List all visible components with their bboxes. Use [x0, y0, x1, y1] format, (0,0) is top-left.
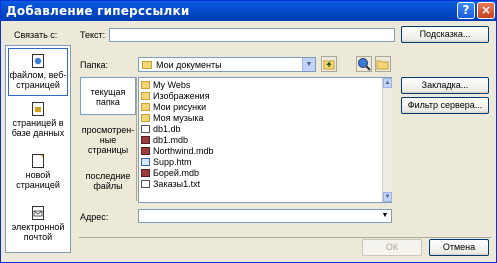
- web-page-icon: [141, 158, 150, 166]
- browse-file-button[interactable]: [375, 56, 391, 72]
- up-folder-button[interactable]: [321, 56, 337, 72]
- address-input[interactable]: ▼: [138, 209, 392, 223]
- link-to-new-page[interactable]: новой страницей: [8, 154, 68, 198]
- folder-icon: [141, 103, 150, 111]
- place-browsed-pages[interactable]: просмотрен-ные страницы: [80, 121, 136, 165]
- link-to-file-web-page-label: файлом, веб-страницей: [9, 70, 67, 90]
- file-name: Мои рисунки: [153, 102, 207, 112]
- cancel-button[interactable]: Отмена: [429, 239, 489, 256]
- folder-icon: [141, 81, 150, 89]
- link-to-file-web-page[interactable]: файлом, веб-страницей: [8, 48, 68, 96]
- window-title: Добавление гиперссылки: [6, 4, 190, 18]
- link-to-new-page-label: новой страницей: [16, 170, 60, 190]
- database-icon: [141, 169, 150, 177]
- folder-value: Мои документы: [156, 60, 222, 70]
- file-name: Моя музыка: [153, 113, 204, 123]
- file-list: My Webs Изображения Мои рисунки Моя музы…: [138, 77, 392, 203]
- bookmark-button[interactable]: Закладка...: [401, 77, 489, 94]
- address-dropdown-icon[interactable]: ▼: [379, 210, 391, 222]
- browse-web-button[interactable]: [356, 56, 372, 72]
- file-name: Борей.mdb: [153, 168, 199, 178]
- text-label: Текст:: [80, 30, 106, 40]
- vertical-scrollbar[interactable]: ▲ ▼: [382, 78, 392, 202]
- separator: [79, 237, 491, 238]
- link-to-bar: файлом, веб-страницей страницей в базе д…: [5, 45, 71, 253]
- list-item[interactable]: db1.db: [141, 124, 181, 134]
- folder-label: Папка:: [80, 60, 108, 70]
- folder-select[interactable]: Мои документы ▼: [138, 57, 316, 72]
- scroll-down-arrow-icon[interactable]: ▼: [383, 192, 392, 202]
- link-to-database-page-label: страницей в базе данных: [11, 118, 65, 138]
- list-item[interactable]: Northwind.mdb: [141, 146, 214, 156]
- email-icon: [32, 206, 44, 220]
- places-bar: текущая папка просмотрен-ные страницы по…: [79, 77, 137, 201]
- globe-page-icon: [32, 54, 44, 68]
- database-page-icon: [32, 102, 44, 116]
- server-filter-button[interactable]: Фильтр сервера...: [401, 97, 489, 114]
- list-item[interactable]: Изображения: [141, 91, 210, 101]
- list-item[interactable]: My Webs: [141, 80, 190, 90]
- file-name: Northwind.mdb: [153, 146, 214, 156]
- place-recent-files[interactable]: последние файлы: [80, 167, 136, 201]
- file-name: db1.mdb: [153, 135, 189, 145]
- open-folder-icon: [376, 60, 389, 70]
- chevron-down-icon[interactable]: ▼: [302, 58, 315, 71]
- text-file-icon: [141, 180, 150, 188]
- folder-icon: [142, 61, 152, 69]
- help-button[interactable]: ?: [457, 2, 475, 19]
- link-to-database-page[interactable]: страницей в базе данных: [8, 102, 68, 146]
- ok-button[interactable]: ОК: [362, 239, 422, 256]
- close-button[interactable]: ×: [477, 2, 495, 19]
- list-item[interactable]: Заказы1.txt: [141, 179, 200, 189]
- file-name: My Webs: [153, 80, 191, 90]
- file-name: Supp.htm: [153, 157, 192, 167]
- list-item[interactable]: Борей.mdb: [141, 168, 199, 178]
- up-folder-icon: [323, 60, 335, 70]
- folder-icon: [141, 92, 150, 100]
- address-label: Адрес:: [80, 212, 109, 222]
- database-icon: [141, 147, 150, 155]
- new-page-icon: [32, 154, 44, 168]
- file-name: Заказы1.txt: [153, 179, 201, 189]
- list-item[interactable]: Моя музыка: [141, 113, 204, 123]
- text-input[interactable]: [109, 28, 395, 42]
- place-current-folder[interactable]: текущая папка: [80, 77, 136, 115]
- database-icon: [141, 136, 150, 144]
- link-to-label: Связать с:: [14, 30, 58, 40]
- list-item[interactable]: Мои рисунки: [141, 102, 206, 112]
- folder-icon: [141, 114, 150, 122]
- scroll-up-arrow-icon[interactable]: ▲: [383, 78, 392, 88]
- link-to-email[interactable]: электронной почтой: [8, 206, 68, 250]
- link-to-email-label: электронной почтой: [11, 222, 65, 242]
- title-bar: Добавление гиперссылки ? ×: [1, 1, 496, 21]
- file-name: Изображения: [153, 91, 210, 101]
- hyperlink-dialog: Добавление гиперссылки ? × Связать с: Те…: [0, 0, 497, 263]
- list-item[interactable]: db1.mdb: [141, 135, 188, 145]
- globe-search-icon: [358, 58, 371, 71]
- list-item[interactable]: Supp.htm: [141, 157, 192, 167]
- file-name: db1.db: [153, 124, 181, 134]
- document-icon: [141, 125, 150, 133]
- screen-tip-button[interactable]: Подсказка...: [401, 26, 489, 43]
